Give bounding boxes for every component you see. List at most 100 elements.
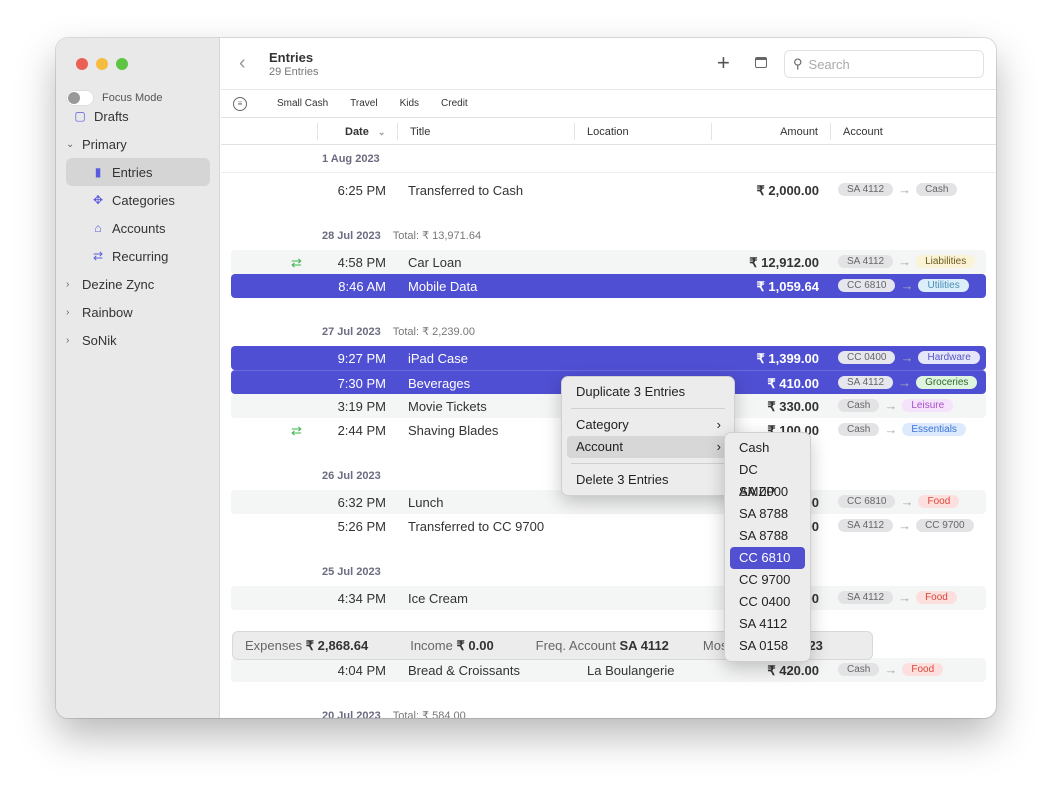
filter-icon[interactable]: ≡ (233, 96, 247, 111)
category-badge: Leisure (902, 399, 954, 412)
column-amount[interactable]: Amount (780, 126, 818, 138)
date-group: 20 Jul 2023 Total: ₹ 584.00 (231, 682, 986, 718)
add-entry-button[interactable]: + (717, 50, 730, 76)
menu-duplicate[interactable]: Duplicate 3 Entries (567, 381, 729, 403)
submenu-account-item[interactable]: SA 8788 (730, 525, 805, 547)
menu-delete[interactable]: Delete 3 Entries (567, 469, 729, 491)
sidebar-item-recurring[interactable]: ⇄ Recurring (66, 242, 210, 270)
entry-account: Cash → Essentials (838, 422, 966, 437)
context-menu: Duplicate 3 Entries Category › Account › D… (561, 376, 735, 496)
table-row[interactable]: ⇄ 4:58 PM Car Loan ₹ 12,912.00 SA 4112 → … (231, 250, 986, 274)
sidebar-item-accounts[interactable]: ⌂ Accounts (66, 214, 210, 242)
sidebar-item-dezine-zync[interactable]: › Dezine Zync (66, 270, 210, 298)
entry-amount: ₹ 420.00 (767, 663, 819, 678)
entry-time: 7:30 PM (337, 376, 386, 391)
submenu-account-item[interactable]: CC 0400 (730, 591, 805, 613)
sidebar-item-drafts[interactable]: ▢ Drafts (66, 102, 210, 130)
calendar-icon[interactable] (755, 57, 767, 68)
category-badge: Groceries (916, 376, 978, 389)
categories-icon: ✥ (92, 193, 104, 207)
column-date[interactable]: Date ⌄ (345, 126, 385, 138)
date-group: 1 Aug 2023 6:25 PM Transferred to Cash ₹ … (221, 145, 996, 202)
repeat-icon: ⇄ (291, 423, 302, 438)
group-header: 27 Jul 2023 Total: ₹ 2,239.00 (231, 320, 986, 344)
sidebar-item-label: Categories (112, 192, 175, 208)
arrow-right-icon: → (900, 350, 914, 365)
entry-title: Bread & Croissants (408, 663, 520, 678)
group-date: 25 Jul 2023 (322, 566, 381, 578)
submenu-account-item[interactable]: CC 9700 (730, 569, 805, 591)
filter-credit[interactable]: Credit (441, 98, 468, 109)
group-date: 1 Aug 2023 (322, 153, 380, 165)
entry-account: CC 6810 → Utilities (838, 278, 969, 293)
submenu-account-item[interactable]: SA 0158 (730, 635, 805, 657)
entry-title: Transferred to Cash (408, 183, 524, 198)
group-header: 28 Jul 2023 Total: ₹ 13,971.64 (231, 224, 986, 248)
arrow-right-icon: → (900, 278, 914, 293)
entry-time: 4:04 PM (337, 663, 386, 678)
app-window: Focus Mode ▢ Drafts ⌄ Primary ▮ Entries ✥ Categ… (56, 38, 996, 718)
entry-amount: ₹ 2,000.00 (756, 183, 820, 198)
entry-account: SA 4112 → Liabilities (838, 254, 976, 269)
minimize-button[interactable] (96, 58, 108, 70)
submenu-account-item[interactable]: SA 0000 (730, 481, 805, 503)
sidebar-item-primary[interactable]: ⌄ Primary (66, 130, 210, 158)
menu-account[interactable]: Account › (567, 436, 729, 458)
entry-amount: ₹ 330.00 (767, 399, 819, 414)
close-button[interactable] (76, 58, 88, 70)
sidebar-item-categories[interactable]: ✥ Categories (66, 186, 210, 214)
back-chevron-icon[interactable]: ‹ (239, 52, 246, 75)
group-header: 20 Jul 2023 Total: ₹ 584.00 (231, 704, 986, 718)
submenu-account-item[interactable]: CC 6810 (730, 547, 805, 569)
menu-divider (571, 463, 725, 464)
entry-title: Transferred to CC 9700 (408, 519, 545, 534)
filter-kids[interactable]: Kids (400, 98, 419, 109)
entry-time: 5:26 PM (337, 519, 386, 534)
submenu-account-item[interactable]: DC AMZP (730, 459, 805, 499)
table-row[interactable]: 4:34 PM Ice Cream ₹ 120.00 SA 4112 → Foo… (231, 586, 986, 610)
column-title[interactable]: Title (410, 126, 430, 138)
sidebar-item-label: Entries (112, 164, 153, 180)
entry-title: Movie Tickets (408, 399, 487, 414)
sidebar-item-label: Drafts (94, 108, 129, 124)
from-account-badge: CC 6810 (838, 495, 896, 508)
from-account-badge: Cash (838, 399, 880, 412)
table-row[interactable]: 9:27 PM iPad Case ₹ 1,399.00 CC 0400 → H… (231, 346, 986, 370)
sidebar-item-entries[interactable]: ▮ Entries (66, 158, 210, 186)
account-submenu: Cash DC AMZP SA 0000 SA 8788 SA 8788 CC 6810 C… (724, 432, 811, 662)
sidebar-item-sonik[interactable]: › SoNik (66, 326, 210, 354)
toolbar: ‹ Entries 29 Entries + ⚲ Search (221, 38, 996, 90)
sidebar-item-label: Rainbow (82, 304, 133, 320)
arrow-right-icon: → (884, 422, 898, 437)
submenu-account-item[interactable]: SA 8788 (730, 503, 805, 525)
sidebar-item-label: Accounts (112, 220, 166, 236)
group-header: 1 Aug 2023 (221, 145, 996, 173)
table-row[interactable]: 5:26 PM Transferred to CC 9700 ₹ 5,000.0… (231, 514, 986, 538)
table-row[interactable]: 6:25 PM Transferred to Cash ₹ 2,000.00 S… (231, 178, 986, 202)
table-row[interactable]: 4:04 PM Bread & Croissants La Boulangeri… (231, 658, 986, 682)
from-account-badge: CC 0400 (838, 351, 896, 364)
from-account-badge: SA 4112 (838, 376, 894, 389)
group-date: 28 Jul 2023 (322, 230, 381, 242)
submenu-account-item[interactable]: SA 4112 (730, 613, 805, 635)
arrow-right-icon: → (900, 494, 914, 509)
entry-time: 9:27 PM (337, 351, 386, 366)
entry-title: Shaving Blades (408, 423, 499, 438)
sidebar-item-rainbow[interactable]: › Rainbow (66, 298, 210, 326)
entry-time: 4:58 PM (337, 255, 386, 270)
table-row[interactable]: 8:46 AM Mobile Data ₹ 1,059.64 CC 6810 →… (231, 274, 986, 298)
category-badge: Liabilities (916, 255, 976, 268)
search-input[interactable]: ⚲ Search (784, 50, 984, 78)
column-account[interactable]: Account (843, 126, 883, 138)
submenu-account-item[interactable]: Cash (730, 437, 805, 459)
column-location[interactable]: Location (587, 126, 629, 138)
entry-title: iPad Case (408, 351, 468, 366)
menu-category[interactable]: Category › (567, 414, 729, 436)
arrow-right-icon: → (884, 662, 898, 677)
filter-travel[interactable]: Travel (350, 98, 377, 109)
filter-small-cash[interactable]: Small Cash (277, 98, 328, 109)
sidebar-item-label: Recurring (112, 248, 169, 264)
zoom-button[interactable] (116, 58, 128, 70)
entry-time: 3:19 PM (337, 399, 386, 414)
arrow-right-icon: → (884, 398, 898, 413)
